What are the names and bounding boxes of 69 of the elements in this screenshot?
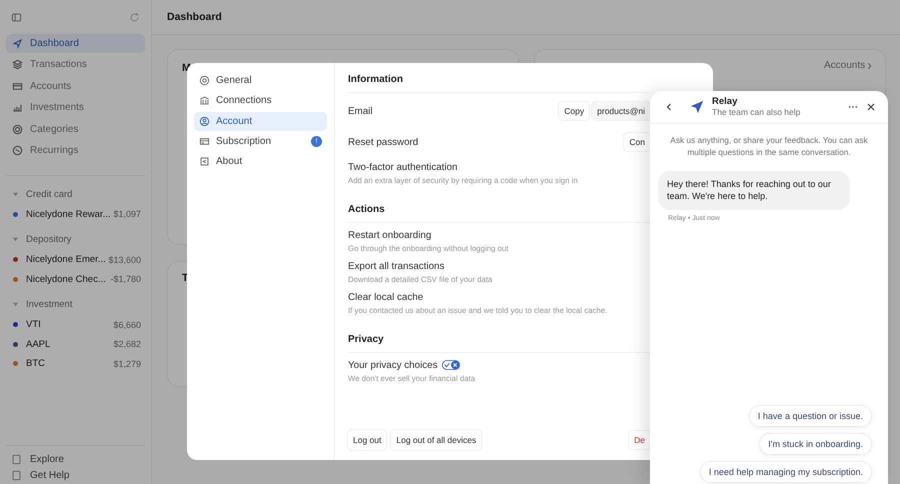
account-name[interactable]: Nicelydone Emer... [26,254,108,266]
nav-icon [12,102,23,114]
logout-button[interactable]: Log out of all devices [391,430,482,450]
logout-button[interactable]: Log out [348,430,386,450]
account-group-label[interactable]: Credit card [26,188,72,200]
settings-nav-icon [199,95,210,106]
settings-nav-icon [199,136,210,147]
settings-nav-item[interactable]: General [194,71,327,90]
sidebar-nav-item[interactable]: Dashboard [6,34,145,53]
sidebar-footer-link[interactable]: Get Help [30,470,70,481]
account-group-label[interactable]: Depository [26,234,72,246]
paper-plane-icon [690,100,704,114]
account-name[interactable]: Nicelydone Chec... [26,274,110,285]
nav-icon [12,80,23,92]
account-balance: $1,097 [113,209,142,220]
nav-icon [12,124,23,135]
settings-nav-icon [199,116,210,127]
account-group-label[interactable]: Investment [26,299,72,310]
book-icon [11,454,22,465]
setting-label: Export all transactions [348,260,444,272]
account-name[interactable]: VTI [26,319,114,330]
disclosure-triangle-icon[interactable] [12,301,19,308]
quick-reply-button[interactable]: I need help managing my subscription. [700,461,872,483]
section-title: Actions [348,204,650,223]
sidebar-footer-link[interactable]: Explore [30,454,64,465]
settings-nav-item[interactable]: Account [194,112,327,131]
refresh-icon[interactable] [129,12,140,22]
chat-intro: Ask us anything, or share your feedback. You can ask multiple questions in the same conversation. [669,134,869,160]
chevron-right-icon[interactable] [867,62,872,70]
chat-title: Relay [712,96,738,108]
nav-icon [12,59,23,70]
account-name[interactable]: BTC [26,358,114,370]
setting-label: Two-factor authentication [348,162,458,172]
setting-label: Clear local cache [348,292,424,302]
chat-message: Hey there! Thanks for reaching out to our team. We're here to help. [658,170,850,210]
page-title: Dashboard [167,11,222,23]
privacy-toggle-icon[interactable] [442,360,460,370]
nav-icon [12,144,23,156]
delete-button[interactable]: De [629,431,650,449]
settings-nav-icon [199,156,210,168]
account-balance: -$1,780 [110,274,142,284]
account-balance: $1,279 [113,358,142,369]
setting-label: Email [348,106,372,116]
account-balance: $2,682 [113,339,142,350]
setting-button[interactable]: products@ni [592,102,650,120]
section-title: Information [348,74,650,93]
account-name[interactable]: Nicelydone Rewar... [26,208,114,220]
setting-button[interactable]: Copy [559,102,590,120]
setting-label: Restart onboarding [348,230,432,240]
sidebar-toggle-icon[interactable] [11,12,22,22]
quick-reply-button[interactable]: I'm stuck in onboarding. [759,433,872,455]
account-balance: $13,600 [108,254,142,265]
quick-reply-button[interactable]: I have a question or issue. [748,405,872,427]
section-title: Privacy [348,334,650,353]
setting-label: Your privacy choices [348,360,438,370]
nav-icon [12,38,23,49]
settings-nav-icon [199,75,210,86]
back-icon[interactable] [664,102,674,112]
disclosure-triangle-icon[interactable] [12,190,19,198]
book-icon [11,470,22,481]
settings-nav-item[interactable]: About [194,152,327,172]
disclosure-triangle-icon[interactable] [12,236,19,244]
account-name[interactable]: AAPL [26,338,114,350]
setting-label: Reset password [348,136,418,148]
settings-nav-item[interactable]: Connections [194,91,327,110]
account-balance: $6,660 [113,320,142,330]
setting-button[interactable]: Con [624,133,650,151]
chat-subtitle: The team can also help [712,108,802,118]
close-icon[interactable] [866,102,876,112]
